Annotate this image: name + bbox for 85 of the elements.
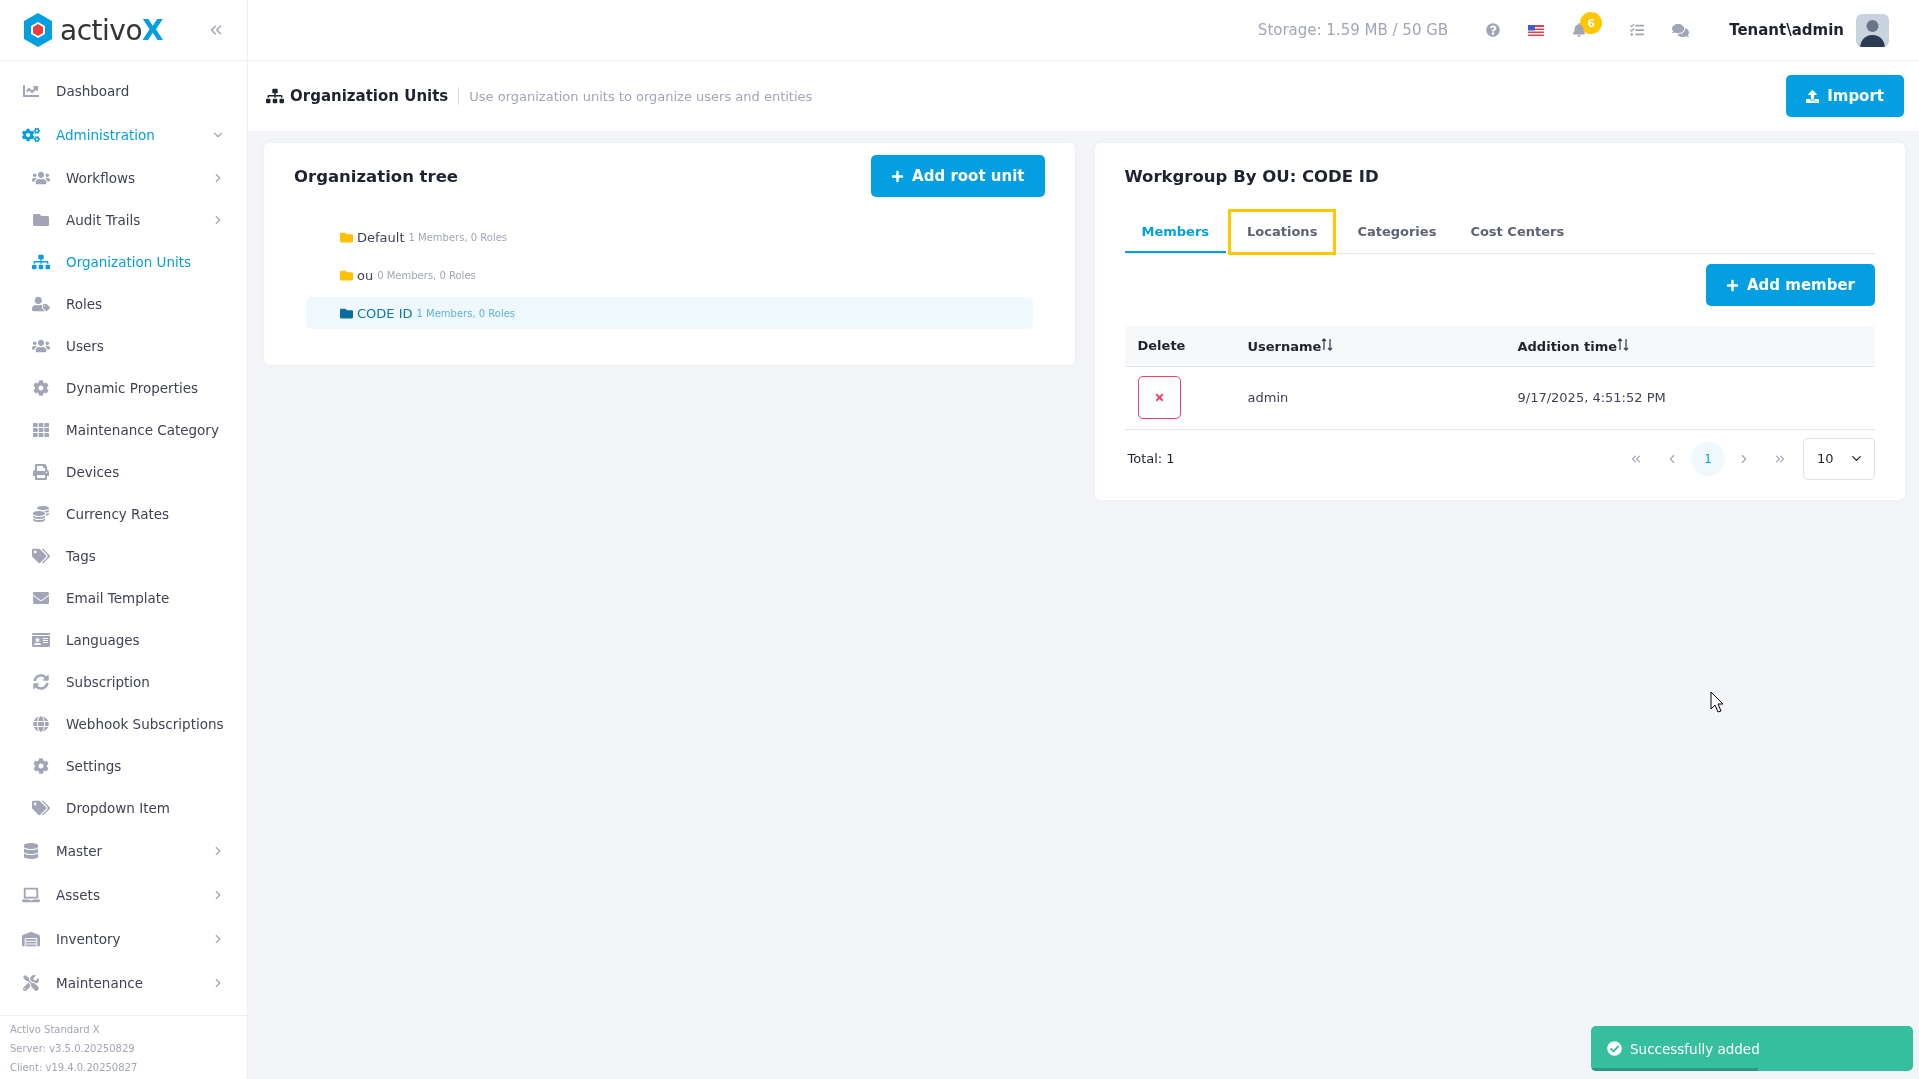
- sidebar-item[interactable]: Audit Trails: [0, 199, 247, 241]
- tree-node[interactable]: CODE ID 1 Members, 0 Roles: [306, 297, 1033, 329]
- sidebar-item[interactable]: Email Template: [0, 577, 247, 619]
- sidebar-item[interactable]: Master: [0, 829, 247, 873]
- sidebar-item[interactable]: Dropdown Item: [0, 787, 247, 829]
- tags-icon: [32, 800, 50, 816]
- tags-icon: [32, 548, 50, 564]
- card-title: Organization tree: [294, 166, 459, 186]
- gears-icon: [22, 127, 40, 143]
- table-cell: 9/17/2025, 4:51:52 PM: [1504, 366, 1875, 429]
- check-icon: [1607, 1041, 1622, 1056]
- column-header: Delete: [1137, 338, 1186, 354]
- sidebar-item[interactable]: Languages: [0, 619, 247, 661]
- sidebar-item[interactable]: Webhook Subscriptions: [0, 703, 247, 745]
- version-text: Server: v3.5.0.20250829: [10, 1042, 136, 1056]
- tab[interactable]: Locations: [1230, 211, 1335, 253]
- sidebar-item[interactable]: Settings: [0, 745, 247, 787]
- sidebar-item[interactable]: Inventory: [0, 917, 247, 961]
- sidebar-item[interactable]: Workflows: [0, 157, 247, 199]
- sidebar-item[interactable]: Dynamic Properties: [0, 367, 247, 409]
- database-icon: [22, 843, 40, 859]
- brand-logo: activoX: [22, 12, 164, 48]
- help-icon[interactable]: [1486, 23, 1501, 37]
- warehouse-icon: [22, 931, 40, 947]
- folder-icon: [340, 230, 353, 244]
- tree-node[interactable]: Default 1 Members, 0 Roles: [306, 221, 1033, 253]
- version-text: Client: v19.4.0.20250827: [10, 1061, 139, 1075]
- page-size-select[interactable]: 10: [1803, 437, 1875, 480]
- gear-icon: [32, 380, 50, 396]
- version-text: Activo Standard X: [10, 1023, 101, 1037]
- user-tag-icon: [32, 296, 50, 312]
- sidebar-item[interactable]: Maintenance: [0, 961, 247, 1005]
- folder-icon: [340, 268, 353, 282]
- card-title: Workgroup By OU: CODE ID: [1124, 166, 1379, 186]
- cursor-icon: [1710, 691, 1724, 713]
- delete-button[interactable]: [1137, 376, 1181, 419]
- total-count: Total: 1: [1126, 451, 1176, 466]
- users-icon: [32, 170, 50, 186]
- envelope-icon: [32, 590, 50, 606]
- upload-icon: [1806, 89, 1820, 103]
- tools-icon: [22, 975, 40, 991]
- chart-icon: [22, 83, 40, 99]
- sidebar-item[interactable]: Assets: [0, 873, 247, 917]
- page-subtitle: Use organization units to organize users and entities: [469, 88, 814, 104]
- toast-message: Successfully added: [1630, 1040, 1760, 1057]
- tab[interactable]: Cost Centers: [1453, 211, 1582, 253]
- user-name[interactable]: Tenant\admin: [1729, 21, 1844, 39]
- folder-icon: [340, 306, 353, 320]
- storage-text: Storage: 1.59 MB / 50 GB: [1257, 21, 1449, 39]
- refresh-icon: [32, 674, 50, 690]
- notification-icon[interactable]: [1572, 23, 1587, 37]
- column-header[interactable]: Addition time: [1517, 338, 1618, 354]
- chat-icon[interactable]: [1672, 21, 1690, 39]
- checklist-icon[interactable]: [1630, 23, 1645, 37]
- tree-node[interactable]: ou 0 Members, 0 Roles: [306, 259, 1033, 291]
- globe-icon: [32, 716, 50, 732]
- sort-icon[interactable]: [1617, 337, 1630, 351]
- table-cell: admin: [1234, 366, 1505, 429]
- notification-count: 6: [1580, 12, 1603, 34]
- avatar-icon[interactable]: [1856, 13, 1889, 47]
- sidebar-item[interactable]: Maintenance Category: [0, 409, 247, 451]
- sidebar-item[interactable]: Roles: [0, 283, 247, 325]
- plus-icon: [1725, 278, 1739, 292]
- plus-icon: [891, 169, 905, 183]
- sidebar-item[interactable]: Currency Rates: [0, 493, 247, 535]
- grid-icon: [32, 422, 50, 438]
- sidebar-item[interactable]: Subscription: [0, 661, 247, 703]
- close-icon: [1153, 392, 1165, 403]
- sort-icon[interactable]: [1321, 337, 1334, 351]
- users-icon: [32, 338, 50, 354]
- sidebar-item[interactable]: Users: [0, 325, 247, 367]
- laptop-icon: [22, 887, 40, 903]
- coins-icon: [32, 506, 50, 522]
- hierarchy-icon: [266, 87, 284, 105]
- flag-icon[interactable]: [1528, 24, 1545, 36]
- page-title: Organization Units: [290, 87, 460, 105]
- folder-icon: [32, 212, 50, 228]
- sidebar-item[interactable]: Devices: [0, 451, 247, 493]
- gear-icon: [32, 758, 50, 774]
- hierarchy-icon: [32, 254, 50, 270]
- sidebar-item[interactable]: Tags: [0, 535, 247, 577]
- printer-icon: [32, 464, 50, 480]
- column-header[interactable]: Username: [1247, 338, 1322, 354]
- sidebar-item[interactable]: Dashboard: [0, 69, 247, 113]
- tab[interactable]: Categories: [1340, 211, 1454, 253]
